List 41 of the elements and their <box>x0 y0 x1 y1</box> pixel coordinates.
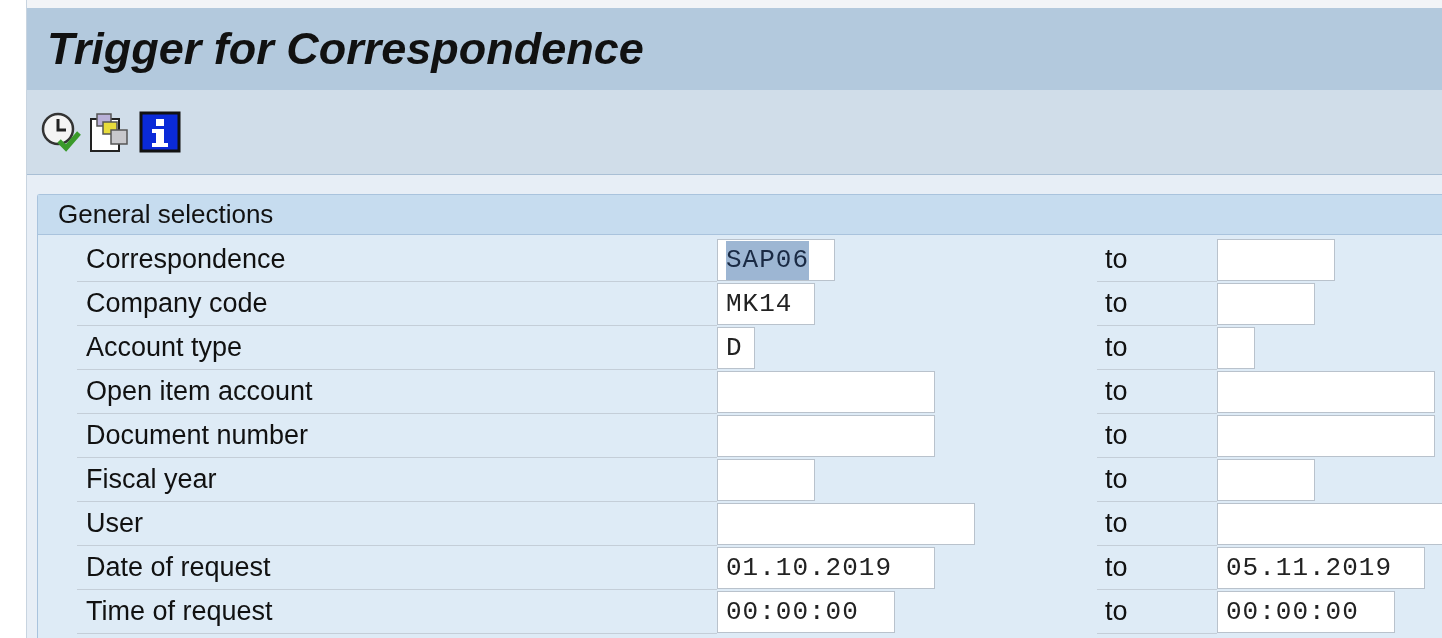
range-label: to <box>1105 463 1128 497</box>
input-field[interactable]: 05.11.2019 <box>1217 547 1425 589</box>
range-label: to <box>1105 595 1128 629</box>
input-field[interactable] <box>1217 327 1255 369</box>
clock-check-icon[interactable] <box>39 111 81 153</box>
field-label: Fiscal year <box>86 463 217 497</box>
input-field[interactable] <box>717 503 975 545</box>
input-field[interactable] <box>717 371 935 413</box>
window-title: Trigger for Correspondence <box>47 22 644 77</box>
field-label: Date of request <box>86 551 271 585</box>
copy-pages-icon[interactable] <box>89 111 131 153</box>
section-title: General selections <box>58 198 274 231</box>
field-label: Company code <box>86 287 268 321</box>
range-label: to <box>1105 243 1128 277</box>
input-field[interactable] <box>1217 459 1315 501</box>
field-label: Time of request <box>86 595 273 629</box>
input-field[interactable]: 00:00:00 <box>1217 591 1395 633</box>
input-field[interactable]: D <box>717 327 755 369</box>
input-field[interactable]: 00:00:00 <box>717 591 895 633</box>
range-label: to <box>1105 287 1128 321</box>
field-label: Correspondence <box>86 243 286 277</box>
field-label: Open item account <box>86 375 313 409</box>
range-label: to <box>1105 375 1128 409</box>
info-icon[interactable] <box>139 111 181 153</box>
input-field[interactable] <box>717 459 815 501</box>
range-label: to <box>1105 331 1128 365</box>
range-label: to <box>1105 551 1128 585</box>
input-field[interactable] <box>1217 503 1442 545</box>
range-label: to <box>1105 419 1128 453</box>
input-field[interactable] <box>1217 415 1435 457</box>
input-field[interactable] <box>1217 371 1435 413</box>
field-label: User <box>86 507 143 541</box>
input-field[interactable]: SAP06 <box>717 239 835 281</box>
input-field[interactable]: MK14 <box>717 283 815 325</box>
field-label: Account type <box>86 331 243 365</box>
range-label: to <box>1105 507 1128 541</box>
input-field[interactable] <box>1217 239 1335 281</box>
input-field[interactable] <box>717 415 935 457</box>
field-label: Document number <box>86 419 309 453</box>
input-field[interactable]: 01.10.2019 <box>717 547 935 589</box>
input-field[interactable] <box>1217 283 1315 325</box>
